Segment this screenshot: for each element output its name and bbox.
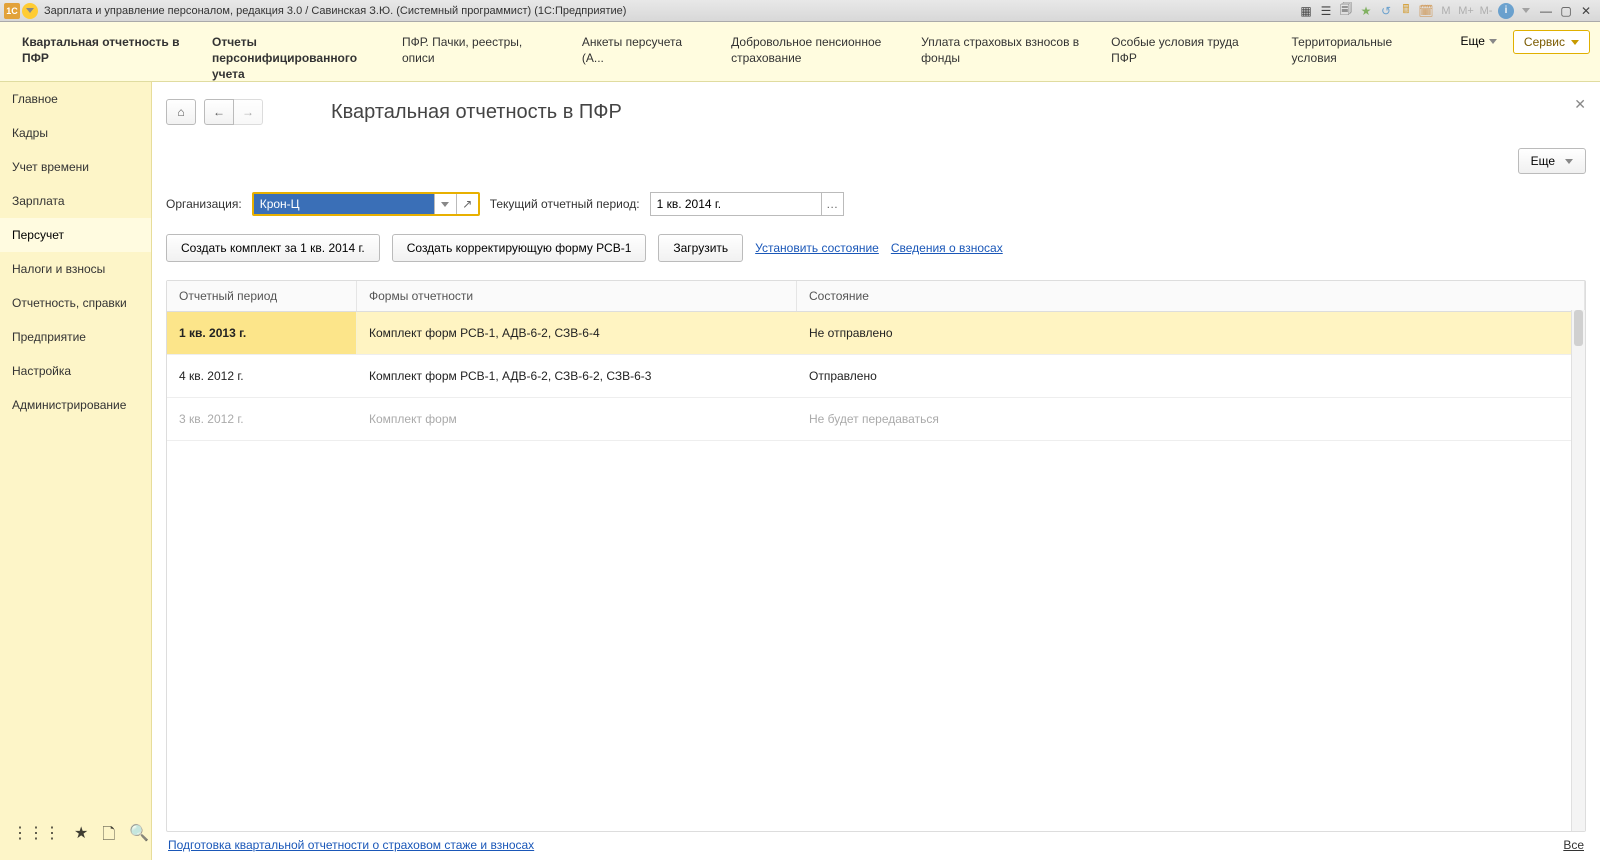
maximize-icon[interactable]: ▢ bbox=[1558, 3, 1574, 19]
nav-item-pfr-packs[interactable]: ПФР. Пачки, реестры, описи bbox=[390, 30, 570, 70]
memory-mminus[interactable]: M- bbox=[1478, 3, 1494, 19]
app-menu-button[interactable] bbox=[22, 3, 38, 19]
search-icon[interactable]: 🔍 bbox=[129, 823, 149, 850]
cell-period: 1 кв. 2013 г. bbox=[167, 312, 357, 354]
nav-item-osobye[interactable]: Особые условия труда ПФР bbox=[1099, 30, 1279, 70]
top-nav: Квартальная отчетность в ПФР Отчеты перс… bbox=[0, 22, 1600, 82]
nav-item-dobro[interactable]: Добровольное пенсионное страхование bbox=[719, 30, 909, 70]
window-title: Зарплата и управление персоналом, редакц… bbox=[44, 5, 626, 17]
sidebar-item-otchet[interactable]: Отчетность, справки bbox=[0, 286, 151, 320]
sidebar: Главное Кадры Учет времени Зарплата Перс… bbox=[0, 82, 152, 860]
table-row[interactable]: 4 кв. 2012 г.Комплект форм РСВ-1, АДВ-6-… bbox=[167, 355, 1585, 398]
history-icon[interactable]: ↺ bbox=[1378, 3, 1394, 19]
sidebar-item-admin[interactable]: Администрирование bbox=[0, 388, 151, 422]
back-button[interactable]: ← bbox=[204, 99, 234, 125]
sidebar-item-main[interactable]: Главное bbox=[0, 82, 151, 116]
info-icon[interactable]: i bbox=[1498, 3, 1514, 19]
sidebar-item-predpr[interactable]: Предприятие bbox=[0, 320, 151, 354]
period-input[interactable] bbox=[651, 193, 821, 215]
cell-state: Не отправлено bbox=[797, 312, 1585, 354]
forward-button[interactable]: → bbox=[233, 99, 263, 125]
sidebar-item-salary[interactable]: Зарплата bbox=[0, 184, 151, 218]
table-row[interactable]: 3 кв. 2012 г.Комплект формНе будет перед… bbox=[167, 398, 1585, 441]
star-icon[interactable]: ★ bbox=[74, 823, 88, 850]
main-content: ✕ ⌂ ← → Квартальная отчетность в ПФР Еще… bbox=[152, 82, 1600, 860]
cell-forms: Комплект форм РСВ-1, АДВ-6-2, СЗВ-6-2, С… bbox=[357, 355, 797, 397]
home-button[interactable]: ⌂ bbox=[166, 99, 196, 125]
org-field: ↗ bbox=[252, 192, 480, 216]
service-button[interactable]: Сервис bbox=[1513, 30, 1590, 54]
chevron-down-icon bbox=[1489, 39, 1497, 44]
org-open-button[interactable]: ↗ bbox=[456, 194, 478, 214]
cell-forms: Комплект форм bbox=[357, 398, 797, 440]
sidebar-item-kadry[interactable]: Кадры bbox=[0, 116, 151, 150]
nav-item-reports[interactable]: Отчеты персонифицированного учета bbox=[200, 30, 390, 87]
contrib-info-link[interactable]: Сведения о взносах bbox=[891, 241, 1003, 255]
grid-scrollbar[interactable] bbox=[1571, 310, 1585, 831]
report-grid: Отчетный период Формы отчетности Состоян… bbox=[166, 280, 1586, 832]
nav-item-uplata[interactable]: Уплата страховых взносов в фонды bbox=[909, 30, 1099, 70]
cell-forms: Комплект форм РСВ-1, АДВ-6-2, СЗВ-6-4 bbox=[357, 312, 797, 354]
page-title: Квартальная отчетность в ПФР bbox=[331, 101, 622, 124]
sidebar-item-nalogi[interactable]: Налоги и взносы bbox=[0, 252, 151, 286]
nav-item-ankety[interactable]: Анкеты персучета (А... bbox=[570, 30, 719, 70]
calendar-icon[interactable]: 🗓 bbox=[1418, 3, 1434, 19]
sidebar-item-nastr[interactable]: Настройка bbox=[0, 354, 151, 388]
dropdown-icon[interactable] bbox=[1518, 3, 1534, 19]
nav-more-label: Еще bbox=[1460, 34, 1484, 48]
close-tab-icon[interactable]: ✕ bbox=[1574, 96, 1586, 113]
load-button[interactable]: Загрузить bbox=[658, 234, 743, 262]
nav-item-territ[interactable]: Территориальные условия bbox=[1280, 30, 1453, 70]
set-state-link[interactable]: Установить состояние bbox=[755, 241, 879, 255]
tool-icon[interactable]: ☰ bbox=[1318, 3, 1334, 19]
minimize-icon[interactable]: — bbox=[1538, 3, 1554, 19]
org-label: Организация: bbox=[166, 197, 242, 211]
page-more-label: Еще bbox=[1531, 154, 1555, 168]
chevron-down-icon bbox=[441, 202, 449, 207]
chevron-down-icon bbox=[1565, 159, 1573, 164]
col-state[interactable]: Состояние bbox=[797, 281, 1585, 311]
nav-item-kvartal[interactable]: Квартальная отчетность в ПФР bbox=[10, 30, 200, 70]
favorite-icon[interactable]: ★ bbox=[1358, 3, 1374, 19]
tool-icon[interactable]: ▦ bbox=[1298, 3, 1314, 19]
window-titlebar: 1C Зарплата и управление персоналом, ред… bbox=[0, 0, 1600, 22]
cell-period: 4 кв. 2012 г. bbox=[167, 355, 357, 397]
cell-period: 3 кв. 2012 г. bbox=[167, 398, 357, 440]
col-period[interactable]: Отчетный период bbox=[167, 281, 357, 311]
create-corr-button[interactable]: Создать корректирующую форму РСВ-1 bbox=[392, 234, 647, 262]
close-icon[interactable]: ✕ bbox=[1578, 3, 1594, 19]
tool-icon[interactable]: 🗐 bbox=[1338, 3, 1354, 19]
scrollbar-thumb[interactable] bbox=[1574, 310, 1583, 346]
nav-more[interactable]: Еще bbox=[1452, 30, 1504, 52]
col-forms[interactable]: Формы отчетности bbox=[357, 281, 797, 311]
app-icon: 1C bbox=[4, 3, 20, 19]
page-more-button[interactable]: Еще bbox=[1518, 148, 1586, 174]
cell-state: Не будет передаваться bbox=[797, 398, 1585, 440]
memory-m[interactable]: M bbox=[1438, 3, 1454, 19]
footer-all-link[interactable]: Все bbox=[1563, 838, 1584, 852]
memory-mplus[interactable]: M+ bbox=[1458, 3, 1474, 19]
table-row[interactable]: 1 кв. 2013 г.Комплект форм РСВ-1, АДВ-6-… bbox=[167, 312, 1585, 355]
calculator-icon[interactable]: 🖩 bbox=[1398, 3, 1414, 19]
cell-state: Отправлено bbox=[797, 355, 1585, 397]
sidebar-item-persuchet[interactable]: Персучет bbox=[0, 218, 151, 252]
footer-help-link[interactable]: Подготовка квартальной отчетности о стра… bbox=[168, 838, 534, 852]
create-set-button[interactable]: Создать комплект за 1 кв. 2014 г. bbox=[166, 234, 380, 262]
org-input[interactable] bbox=[254, 194, 434, 214]
period-field: … bbox=[650, 192, 844, 216]
period-picker-button[interactable]: … bbox=[821, 193, 843, 215]
clipboard-icon[interactable]: 🗋 bbox=[102, 823, 115, 850]
org-dropdown-button[interactable] bbox=[434, 194, 456, 214]
apps-icon[interactable]: ⋮⋮⋮ bbox=[12, 823, 60, 850]
period-label: Текущий отчетный период: bbox=[490, 197, 640, 211]
service-label: Сервис bbox=[1524, 35, 1565, 49]
sidebar-item-time[interactable]: Учет времени bbox=[0, 150, 151, 184]
grid-header: Отчетный период Формы отчетности Состоян… bbox=[167, 281, 1585, 312]
chevron-down-icon bbox=[1571, 40, 1579, 45]
